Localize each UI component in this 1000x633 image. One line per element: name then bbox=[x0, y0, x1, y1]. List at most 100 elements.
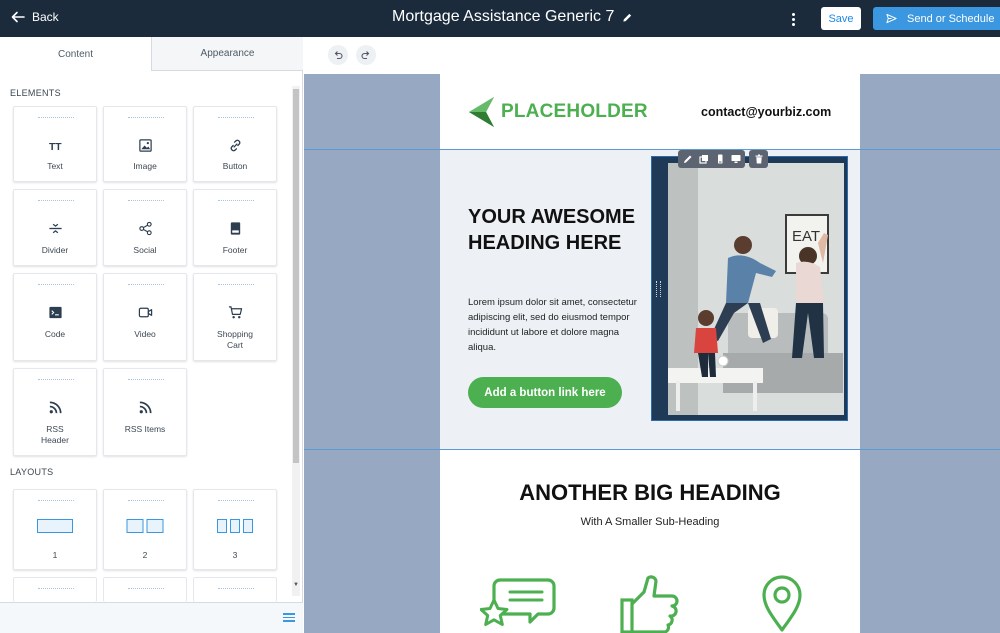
cart-icon bbox=[226, 303, 244, 321]
element-label: RSS Header bbox=[41, 424, 69, 445]
element-rss-header[interactable]: RSS Header bbox=[13, 368, 97, 456]
layout-card[interactable] bbox=[103, 577, 187, 602]
terminal-icon bbox=[46, 303, 64, 321]
share-icon bbox=[136, 219, 154, 237]
elements-heading: ELEMENTS bbox=[10, 88, 61, 98]
svg-text:EAT: EAT bbox=[792, 228, 820, 245]
email-body: PLACEHOLDER contact@yourbiz.com YOUR AWE… bbox=[440, 74, 860, 633]
pencil-icon[interactable] bbox=[681, 153, 694, 166]
contact-email[interactable]: contact@yourbiz.com bbox=[701, 105, 831, 119]
tab-appearance[interactable]: Appearance bbox=[151, 37, 303, 71]
element-label: Footer bbox=[222, 245, 248, 255]
section-subheading[interactable]: With A Smaller Sub-Heading bbox=[440, 516, 860, 528]
element-label: Button bbox=[222, 161, 248, 171]
trash-icon[interactable] bbox=[752, 153, 765, 166]
layout-card[interactable] bbox=[193, 577, 277, 602]
element-label: Video bbox=[134, 329, 156, 339]
selection-outline-top bbox=[304, 149, 1000, 150]
rss-icon bbox=[136, 398, 154, 416]
send-icon bbox=[886, 13, 897, 24]
layouts-heading: LAYOUTS bbox=[10, 467, 54, 477]
element-button[interactable]: Button bbox=[193, 106, 277, 182]
text-icon: TT bbox=[46, 136, 64, 154]
element-label: Image bbox=[133, 161, 157, 171]
left-panel: Content Appearance ELEMENTS TT Text Imag… bbox=[0, 37, 303, 633]
family-photo[interactable]: EAT bbox=[668, 163, 844, 415]
element-text[interactable]: TT Text bbox=[13, 106, 97, 182]
hero-image-block[interactable]: EAT bbox=[651, 156, 848, 421]
svg-text:TT: TT bbox=[48, 142, 61, 153]
email-canvas[interactable]: PLACEHOLDER contact@yourbiz.com YOUR AWE… bbox=[304, 74, 1000, 633]
element-image[interactable]: Image bbox=[103, 106, 187, 182]
drag-handle-icon[interactable] bbox=[656, 281, 661, 297]
logo-mark-icon bbox=[469, 97, 494, 127]
document-title[interactable]: Mortgage Assistance Generic 7 bbox=[392, 8, 633, 26]
layout-label: 1 bbox=[52, 550, 58, 560]
back-button[interactable]: Back bbox=[10, 9, 59, 25]
save-button[interactable]: Save bbox=[821, 7, 861, 30]
layout-label: 2 bbox=[142, 550, 148, 560]
logo-text: PLACEHOLDER bbox=[501, 101, 648, 122]
back-label: Back bbox=[32, 10, 59, 24]
scroll-down-arrow-icon[interactable]: ▼ bbox=[293, 582, 299, 588]
image-icon bbox=[136, 136, 154, 154]
element-divider[interactable]: Divider bbox=[13, 189, 97, 266]
hero-body-text[interactable]: Lorem ipsum dolor sit amet, consectetur … bbox=[468, 295, 643, 355]
element-label: RSS Items bbox=[124, 424, 166, 434]
element-label: Shopping Cart bbox=[217, 329, 253, 350]
canvas-toolbar bbox=[304, 37, 1000, 74]
element-social[interactable]: Social bbox=[103, 189, 187, 266]
send-or-schedule-button[interactable]: Send or Schedule bbox=[873, 7, 1000, 30]
layout-card[interactable] bbox=[13, 577, 97, 602]
more-options-icon[interactable] bbox=[786, 9, 800, 29]
selection-outline-bottom bbox=[304, 449, 1000, 450]
hero-heading[interactable]: YOUR AWESOME HEADING HERE bbox=[468, 204, 653, 256]
element-video[interactable]: Video bbox=[103, 273, 187, 361]
panel-tabs: Content Appearance bbox=[0, 37, 303, 71]
chat-star-icon[interactable] bbox=[480, 574, 558, 633]
element-code[interactable]: Code bbox=[13, 273, 97, 361]
three-column-icon bbox=[217, 519, 253, 533]
layout-2-columns[interactable]: 2 bbox=[103, 489, 187, 570]
duplicate-icon[interactable] bbox=[697, 153, 710, 166]
footer-icon bbox=[226, 219, 244, 237]
element-label: Code bbox=[44, 329, 66, 339]
undo-icon[interactable] bbox=[328, 45, 348, 65]
element-label: Text bbox=[47, 161, 63, 171]
element-label: Divider bbox=[41, 245, 69, 255]
section-heading[interactable]: ANOTHER BIG HEADING bbox=[440, 480, 860, 506]
one-column-icon bbox=[37, 519, 73, 533]
block-actions bbox=[678, 150, 745, 168]
cta-button[interactable]: Add a button link here bbox=[468, 377, 622, 408]
hero-section[interactable]: YOUR AWESOME HEADING HERE Lorem ipsum do… bbox=[440, 150, 860, 450]
mobile-icon[interactable] bbox=[713, 153, 726, 166]
link-icon bbox=[226, 136, 244, 154]
layout-1-column[interactable]: 1 bbox=[13, 489, 97, 570]
top-bar: Back Mortgage Assistance Generic 7 Save … bbox=[0, 0, 1000, 37]
location-pin-icon[interactable] bbox=[758, 574, 806, 633]
divider-icon bbox=[46, 219, 64, 237]
arrow-left-icon bbox=[11, 11, 25, 23]
delete-action bbox=[749, 150, 768, 168]
thumbs-up-icon[interactable] bbox=[616, 574, 682, 633]
layout-label: 3 bbox=[232, 550, 238, 560]
logo[interactable]: PLACEHOLDER bbox=[468, 95, 648, 129]
element-label: Social bbox=[133, 245, 157, 255]
video-icon bbox=[136, 303, 154, 321]
send-label: Send or Schedule bbox=[907, 12, 995, 25]
sidebar-scrollbar-thumb[interactable] bbox=[293, 89, 299, 463]
element-shopping-cart[interactable]: Shopping Cart bbox=[193, 273, 277, 361]
hamburger-menu-icon[interactable] bbox=[283, 613, 295, 622]
block-toolbar bbox=[678, 150, 768, 168]
pencil-icon[interactable] bbox=[622, 12, 633, 23]
two-column-icon bbox=[126, 519, 164, 533]
redo-icon[interactable] bbox=[356, 45, 376, 65]
rss-icon bbox=[46, 398, 64, 416]
desktop-icon[interactable] bbox=[729, 153, 742, 166]
element-footer[interactable]: Footer bbox=[193, 189, 277, 266]
layout-3-columns[interactable]: 3 bbox=[193, 489, 277, 570]
tab-content[interactable]: Content bbox=[0, 37, 151, 71]
document-title-text: Mortgage Assistance Generic 7 bbox=[392, 8, 615, 25]
sidebar-footer bbox=[0, 602, 303, 633]
element-rss-items[interactable]: RSS Items bbox=[103, 368, 187, 456]
